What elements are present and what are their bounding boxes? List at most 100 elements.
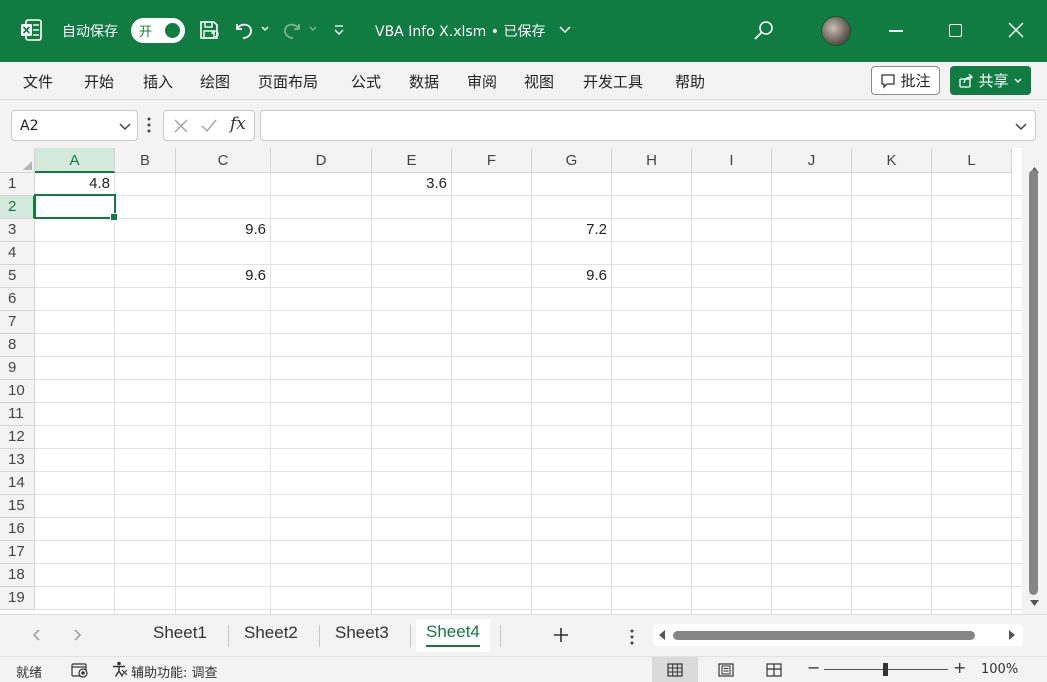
zoom-out-button[interactable]: −	[807, 658, 820, 677]
zoom-slider-thumb[interactable]	[883, 663, 888, 676]
normal-view-button[interactable]	[652, 657, 698, 682]
scroll-right-icon[interactable]	[1008, 630, 1016, 640]
more-options-icon[interactable]	[629, 629, 635, 645]
chevron-right-icon[interactable]	[71, 628, 83, 642]
horizontal-scroll-thumb[interactable]	[673, 631, 975, 640]
cell-c3[interactable]: 9.6	[176, 221, 266, 238]
worksheet-grid[interactable]: A B C D E F G H I J K L 1 2 3 4 5 6 7 8 9 10 11 12 13 14 15 16 17 18 1…	[0, 148, 1022, 614]
row-header-13[interactable]: 13	[0, 449, 35, 472]
row-header-6[interactable]: 6	[0, 288, 35, 311]
menu-draw[interactable]: 绘图	[200, 71, 230, 92]
row-header-15[interactable]: 15	[0, 495, 35, 518]
cell-c5[interactable]: 9.6	[176, 267, 266, 284]
column-header-a[interactable]: A	[35, 148, 115, 173]
column-header-k[interactable]: K	[852, 148, 932, 173]
sheet-tab-3[interactable]: Sheet3	[335, 623, 389, 643]
zoom-in-button[interactable]: +	[953, 658, 966, 677]
share-button[interactable]: 共享	[950, 66, 1031, 95]
close-icon[interactable]	[1007, 21, 1025, 39]
row-header-12[interactable]: 12	[0, 426, 35, 449]
menu-file[interactable]: 文件	[23, 71, 53, 92]
accessibility-icon[interactable]	[111, 661, 128, 678]
row-header-8[interactable]: 8	[0, 334, 35, 357]
row-header-2[interactable]: 2	[0, 196, 35, 219]
cell-g3[interactable]: 7.2	[532, 221, 607, 238]
undo-icon[interactable]	[232, 18, 256, 42]
column-header-h[interactable]: H	[612, 148, 692, 173]
menu-help[interactable]: 帮助	[675, 71, 705, 92]
column-header-f[interactable]: F	[452, 148, 532, 173]
menu-developer[interactable]: 开发工具	[583, 71, 643, 92]
more-options-icon[interactable]	[146, 117, 152, 133]
document-title[interactable]: VBA Info X.xlsm • 已保存	[375, 21, 545, 41]
column-header-j[interactable]: J	[772, 148, 852, 173]
save-icon[interactable]	[198, 19, 220, 41]
row-header-18[interactable]: 18	[0, 564, 35, 587]
comments-button[interactable]: 批注	[871, 66, 940, 95]
chevron-down-icon[interactable]	[559, 25, 571, 35]
row-header-1[interactable]: 1	[0, 173, 35, 196]
column-header-i[interactable]: I	[692, 148, 772, 173]
row-header-10[interactable]: 10	[0, 380, 35, 403]
minimize-icon[interactable]	[889, 30, 903, 32]
column-header-l[interactable]: L	[932, 148, 1012, 173]
accessibility-status[interactable]: 辅助功能: 调查	[131, 662, 218, 681]
page-break-view-button[interactable]	[751, 657, 797, 682]
macro-recording-icon[interactable]	[71, 662, 89, 678]
chevron-left-icon[interactable]	[31, 628, 43, 642]
sheet-tab-2[interactable]: Sheet2	[244, 623, 298, 643]
cancel-icon[interactable]	[173, 118, 189, 134]
sheet-tab-4-active[interactable]: Sheet4	[416, 619, 490, 652]
row-header-17[interactable]: 17	[0, 541, 35, 564]
page-layout-view-button[interactable]	[703, 657, 749, 682]
row-header-3[interactable]: 3	[0, 219, 35, 242]
redo-dropdown-icon[interactable]	[308, 24, 318, 34]
row-header-7[interactable]: 7	[0, 311, 35, 334]
column-header-g[interactable]: G	[532, 148, 612, 173]
chevron-down-icon[interactable]	[119, 122, 131, 132]
horizontal-scrollbar[interactable]	[653, 624, 1023, 646]
menu-insert[interactable]: 插入	[143, 71, 173, 92]
cell-a1[interactable]: 4.8	[35, 175, 110, 192]
select-all-button[interactable]	[0, 148, 35, 173]
column-header-d[interactable]: D	[271, 148, 372, 173]
active-cell-outline[interactable]	[34, 194, 118, 221]
menu-data[interactable]: 数据	[409, 71, 439, 92]
cell-g5[interactable]: 9.6	[532, 267, 607, 284]
scroll-down-icon[interactable]	[1030, 600, 1039, 607]
row-header-4[interactable]: 4	[0, 242, 35, 265]
row-header-14[interactable]: 14	[0, 472, 35, 495]
formula-input[interactable]	[260, 110, 1036, 141]
menu-formulas[interactable]: 公式	[351, 71, 381, 92]
name-box[interactable]: A2	[11, 110, 138, 141]
cell-e1[interactable]: 3.6	[372, 175, 447, 192]
menu-home[interactable]: 开始	[84, 71, 114, 92]
autosave-toggle[interactable]: 开	[131, 18, 185, 43]
zoom-level[interactable]: 100%	[981, 662, 1018, 677]
redo-icon[interactable]	[280, 18, 304, 42]
customize-quick-access-icon[interactable]	[333, 23, 345, 37]
column-header-b[interactable]: B	[115, 148, 176, 173]
sheet-tab-1[interactable]: Sheet1	[153, 623, 207, 643]
menu-view[interactable]: 视图	[524, 71, 554, 92]
row-header-11[interactable]: 11	[0, 403, 35, 426]
row-header-19[interactable]: 19	[0, 587, 35, 610]
menu-review[interactable]: 审阅	[467, 71, 497, 92]
column-header-e[interactable]: E	[372, 148, 452, 173]
expand-formula-bar-icon[interactable]	[1015, 122, 1027, 132]
row-header-5[interactable]: 5	[0, 265, 35, 288]
column-header-c[interactable]: C	[176, 148, 271, 173]
vertical-scroll-thumb[interactable]	[1029, 170, 1038, 595]
undo-dropdown-icon[interactable]	[260, 24, 270, 34]
add-sheet-icon[interactable]	[552, 626, 570, 644]
enter-check-icon[interactable]	[200, 118, 218, 134]
account-avatar[interactable]	[821, 16, 851, 46]
row-header-16[interactable]: 16	[0, 518, 35, 541]
maximize-icon[interactable]	[949, 24, 962, 37]
vertical-scrollbar[interactable]	[1022, 148, 1047, 614]
scroll-left-icon[interactable]	[658, 630, 666, 640]
search-icon[interactable]	[752, 19, 776, 43]
row-header-9[interactable]: 9	[0, 357, 35, 380]
insert-function-button[interactable]: fx	[230, 114, 246, 134]
menu-page-layout[interactable]: 页面布局	[258, 71, 318, 92]
